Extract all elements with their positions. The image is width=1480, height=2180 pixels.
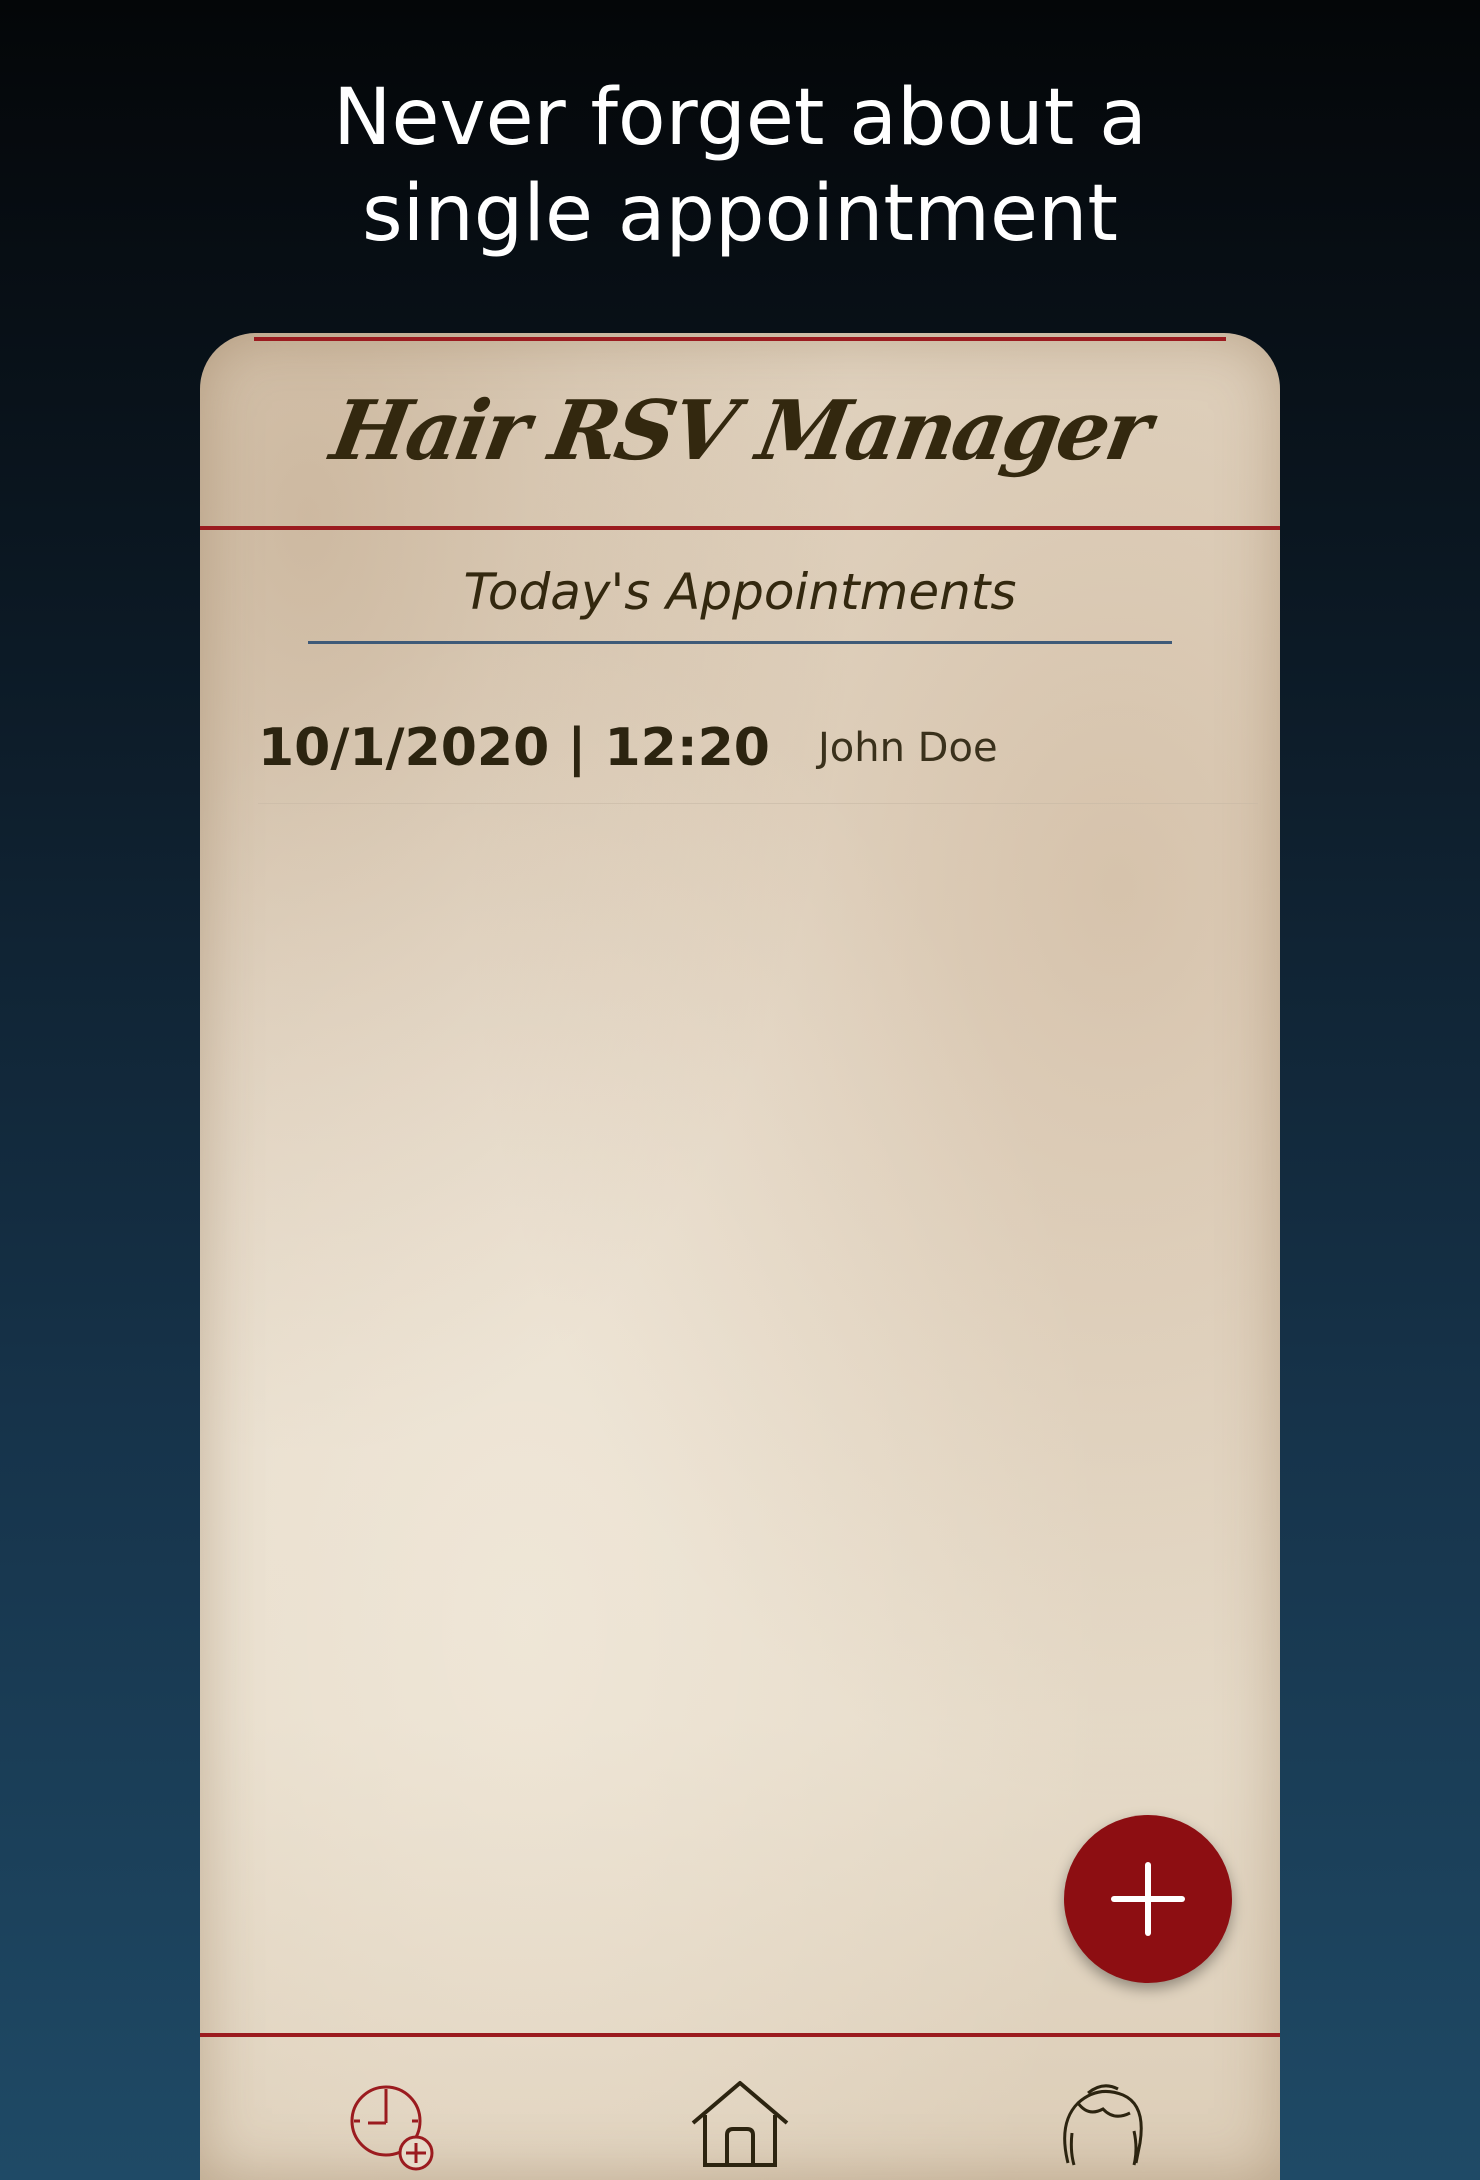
section-title: Today's Appointments: [463, 563, 1017, 621]
header-divider: [200, 526, 1280, 530]
nav-clients[interactable]: [1048, 2073, 1158, 2180]
home-icon: [691, 2081, 789, 2167]
appointment-row[interactable]: 10/1/2020 | 12:20 John Doe: [258, 693, 1258, 804]
nav-home[interactable]: [685, 2073, 795, 2180]
nav-new-appointment[interactable]: [338, 2073, 448, 2180]
top-divider: [254, 337, 1226, 341]
section-underline: [308, 641, 1172, 644]
app-title: Hair RSV Manager: [324, 383, 1156, 479]
appointment-client-name: John Doe: [817, 725, 998, 771]
promo-headline: Never forget about a single appointment: [0, 70, 1480, 262]
add-appointment-button[interactable]: [1064, 1815, 1232, 1983]
clock-add-icon: [350, 2085, 434, 2171]
hair-icon: [1063, 2084, 1143, 2166]
appointment-datetime: 10/1/2020 | 12:20: [258, 718, 770, 778]
plus-icon: [1111, 1862, 1185, 1936]
app-screen: Hair RSV Manager Today's Appointments 10…: [200, 333, 1280, 2180]
promo-headline-line-2: single appointment: [362, 169, 1118, 259]
promo-headline-line-1: Never forget about a: [333, 73, 1147, 163]
bottom-nav-divider: [200, 2033, 1280, 2037]
